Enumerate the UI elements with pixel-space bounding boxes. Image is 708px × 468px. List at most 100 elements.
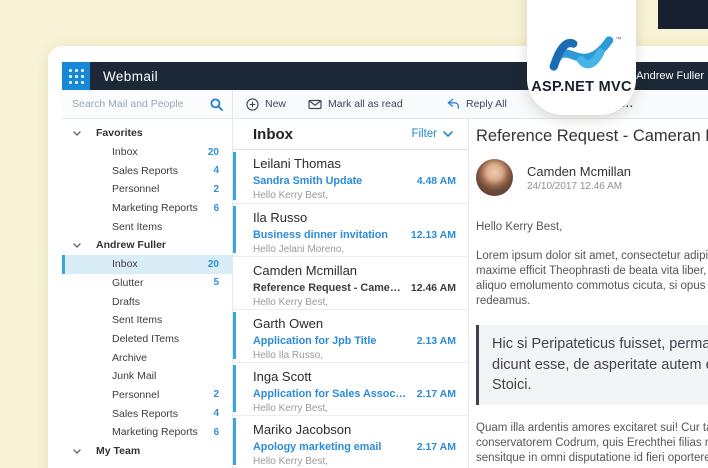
webmail-app: Webmail Andrew Fuller New xyxy=(62,62,708,468)
body-paragraph: Quam illa ardentis amores excitaret sui!… xyxy=(476,421,708,466)
sidebar-item-inbox[interactable]: Inbox 20 xyxy=(62,254,232,274)
mail-subject-row: Application for Jpb Title 2.13 AM xyxy=(253,335,456,347)
search-input[interactable] xyxy=(62,97,210,111)
sidebar-item-label: Sales Reports xyxy=(112,407,178,420)
chevron-down-icon xyxy=(73,243,81,248)
message-meta: Camden Mcmillan 24/10/2017 12.46 AM xyxy=(476,159,708,196)
mail-preview: Hello Kerry Best, xyxy=(253,190,329,201)
mail-time: 2.13 AM xyxy=(416,335,456,347)
unread-indicator-bar xyxy=(233,418,236,465)
sidebar-item-inbox[interactable]: Inbox 20 xyxy=(62,143,232,162)
sidebar-section-label: My Team xyxy=(96,445,141,458)
sidebar-item-sales-reports[interactable]: Sales Reports 4 xyxy=(62,161,232,180)
sidebar-item-label: Archive xyxy=(112,351,148,364)
sidebar-item-marketing-reports[interactable]: Marketing Reports 6 xyxy=(62,423,232,442)
sidebar-item-label: Sent Items xyxy=(112,314,163,327)
body-line: Hello Kerry Best, xyxy=(476,221,563,233)
body-line: dicunt esse, de asperitate autem eius fo… xyxy=(492,356,708,373)
mail-item-ila-russo[interactable]: Ila Russo Business dinner invitation 12.13… xyxy=(233,203,468,256)
mail-item-camden-mcmillan[interactable]: Camden Mcmillan Reference Request - Camer… xyxy=(233,256,468,309)
mail-sender: Leilani Thomas xyxy=(253,156,341,171)
sidebar-section-andrew-fuller[interactable]: Andrew Fuller xyxy=(62,236,232,255)
filter-button[interactable]: Filter xyxy=(411,128,453,140)
unread-count-badge: 20 xyxy=(207,146,219,158)
message-subject: Reference Request - Cameran Hester xyxy=(476,127,708,145)
reply-all-button[interactable]: Reply All xyxy=(446,90,507,118)
mail-item-leilani-thomas[interactable]: Leilani Thomas Sandra Smith Update 4.48 AM… xyxy=(233,150,468,203)
sidebar-item-label: Drafts xyxy=(112,295,141,308)
mark-all-as-read-button[interactable]: Mark all as read xyxy=(308,90,403,118)
mail-subject: Apology marketing email xyxy=(253,441,382,453)
unread-indicator-bar xyxy=(233,206,236,253)
sidebar-item-label: Inbox xyxy=(112,258,138,271)
mail-sender: Ila Russo xyxy=(253,210,308,225)
mail-list-header: Inbox Filter xyxy=(233,119,468,150)
search-icon[interactable] xyxy=(210,98,223,111)
sidebar-section-my-team[interactable]: My Team xyxy=(62,442,232,461)
mail-time: 2.17 AM xyxy=(416,441,456,453)
mail-item-garth-owen[interactable]: Garth Owen Application for Jpb Title 2.13 … xyxy=(233,309,468,362)
sidebar-section-favorites[interactable]: Favorites xyxy=(62,124,232,143)
mail-subject-row: Reference Request - Cameran Hester 12.46 … xyxy=(253,282,456,294)
badge-label: ASP.NET MVC xyxy=(531,79,632,95)
mail-subject-row: Sandra Smith Update 4.48 AM xyxy=(253,175,456,187)
unread-count-badge: 6 xyxy=(213,426,219,438)
unread-indicator-bar xyxy=(233,152,236,200)
sidebar-item-label: Glutter xyxy=(112,276,144,289)
mail-sender: Mariko Jacobson xyxy=(253,422,352,437)
mail-subject-row: Apology marketing email 2.17 AM xyxy=(253,441,456,453)
sidebar-item-drafts[interactable]: Drafts xyxy=(62,292,232,311)
sidebar-item-marketing-reports[interactable]: Marketing Reports 6 xyxy=(62,199,232,218)
unread-indicator-bar xyxy=(233,365,236,412)
mail-item-inga-scott[interactable]: Inga Scott Application for Sales Associat… xyxy=(233,362,468,415)
dotnet-logo-icon: ™ xyxy=(549,35,622,73)
mail-list-title: Inbox xyxy=(253,125,293,143)
mail-subject-row: Business dinner invitation 12.13 AM xyxy=(253,229,456,241)
unread-indicator-bar xyxy=(233,312,236,359)
mail-subject: Application for Jpb Title xyxy=(253,335,377,347)
mail-subject-row: Application for Sales Associate 2.17 AM xyxy=(253,388,456,400)
unread-count-badge: 4 xyxy=(213,165,219,177)
sender-meta-text: Camden Mcmillan 24/10/2017 12.46 AM xyxy=(527,164,631,192)
search-box[interactable] xyxy=(62,90,233,118)
mail-item-mariko-jacobson[interactable]: Mariko Jacobson Apology marketing email 2.… xyxy=(233,415,468,468)
content-columns: Favorites Inbox 20 Sales Reports 4 Personnel 2… xyxy=(62,119,708,468)
chevron-down-icon xyxy=(73,131,81,136)
body-line: Quam illa ardentis amores excitaret sui!… xyxy=(476,421,708,434)
new-button-label: New xyxy=(265,98,287,110)
message-date: 24/10/2017 12.46 AM xyxy=(527,180,623,192)
sidebar-item-glutter[interactable]: Glutter 5 xyxy=(62,274,232,293)
sidebar-item-label: Deleted ITems xyxy=(112,332,180,345)
mark-all-label: Mark all as read xyxy=(328,98,403,110)
sidebar-section-label: Andrew Fuller xyxy=(96,239,167,252)
body-line: Hic si Peripateticus fuisset, permansiss… xyxy=(492,336,708,352)
sidebar-item-archive[interactable]: Archive xyxy=(62,348,232,367)
sidebar-item-sales-reports[interactable]: Sales Reports 4 xyxy=(62,404,232,423)
sender-avatar[interactable] xyxy=(476,159,513,196)
sender-name: Camden Mcmillan xyxy=(527,163,632,179)
mail-preview: Hello Jelani Moreno, xyxy=(253,244,345,255)
new-button[interactable]: New xyxy=(246,90,286,118)
apps-grid-icon[interactable] xyxy=(62,62,90,90)
reply-all-icon xyxy=(446,98,460,110)
mail-subject: Reference Request - Cameran Hester xyxy=(253,282,403,294)
sidebar-item-sent-items[interactable]: Sent Items xyxy=(62,217,232,236)
trademark-symbol: ™ xyxy=(615,37,622,43)
sidebar-item-personnel[interactable]: Personnel 2 xyxy=(62,180,232,199)
user-name[interactable]: Andrew Fuller xyxy=(636,62,704,90)
sidebar-item-personnel[interactable]: Personnel 2 xyxy=(62,386,232,405)
filter-chevron-down-icon xyxy=(443,131,453,137)
chevron-down-icon xyxy=(73,448,81,454)
app-title: Webmail xyxy=(103,68,159,84)
body-line: Lorem ipsum dolor sit amet, consectetur … xyxy=(476,250,708,262)
mail-subject: Application for Sales Associate xyxy=(253,388,409,400)
sidebar-item-label: Sent Items xyxy=(112,220,163,233)
body-line: Stoici. xyxy=(492,377,532,393)
sidebar-item-junk-mail[interactable]: Junk Mail xyxy=(62,367,232,386)
sidebar-item-sent-items[interactable]: Sent Items xyxy=(62,311,232,330)
mail-subject: Business dinner invitation xyxy=(253,229,388,241)
new-plus-icon xyxy=(246,97,259,111)
sidebar-item-deleted-items[interactable]: Deleted ITems xyxy=(62,330,232,349)
message-body: Hello Kerry Best, Lorem ipsum dolor sit a… xyxy=(476,220,708,468)
sidebar-section-label: Favorites xyxy=(96,127,143,140)
